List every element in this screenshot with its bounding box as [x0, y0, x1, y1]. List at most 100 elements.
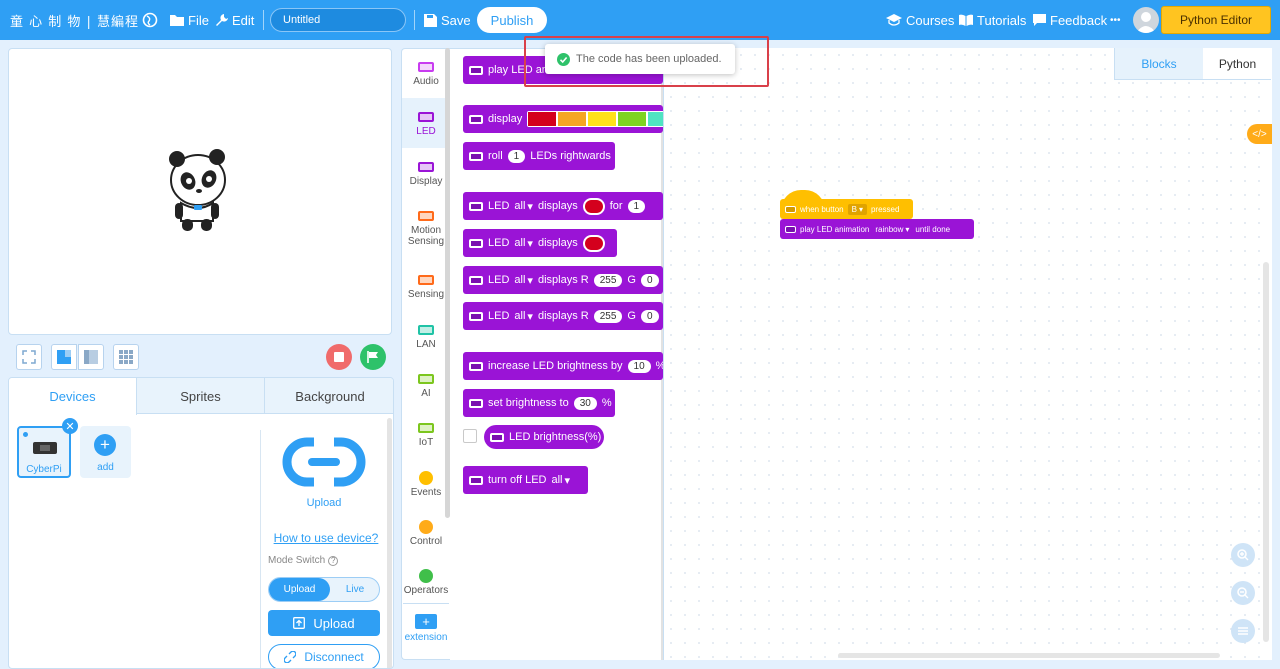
- zoom-reset-icon[interactable]: [1231, 619, 1255, 643]
- block-led-brightness-reporter[interactable]: LED brightness(%): [484, 425, 604, 449]
- mode-switch-label: Mode Switch ?: [268, 555, 339, 566]
- divider: [414, 10, 415, 30]
- edit-menu[interactable]: Edit: [216, 0, 254, 40]
- panel-scrollbar[interactable]: [387, 418, 392, 668]
- code-view-tabs: Blocks Python: [1114, 48, 1271, 80]
- avatar[interactable]: [1133, 7, 1159, 33]
- category-sensing[interactable]: Sensing: [403, 275, 449, 300]
- tab-background[interactable]: Background: [265, 378, 393, 414]
- language-globe-icon[interactable]: [142, 0, 158, 40]
- tutorials-link[interactable]: Tutorials: [959, 0, 1026, 40]
- chat-icon: [1033, 14, 1046, 26]
- cyberpi-device-icon: [33, 442, 57, 454]
- category-lan[interactable]: LAN: [403, 325, 449, 350]
- color-picker[interactable]: [582, 197, 605, 215]
- help-icon[interactable]: ?: [328, 555, 339, 566]
- block-turn-off-led[interactable]: turn off LED all ▾: [463, 466, 588, 494]
- green-value-input[interactable]: 0: [640, 273, 659, 287]
- roll-count-input[interactable]: 1: [507, 149, 526, 163]
- block-led-displays-rgb-2[interactable]: LED all ▾ displays R 255 G 0: [463, 302, 663, 330]
- workspace-horizontal-scrollbar[interactable]: [838, 653, 1220, 658]
- block-led-displays-rgb[interactable]: LED all ▾ displays R 255 G 0: [463, 266, 663, 294]
- script-when-button-pressed[interactable]: when button B ▾ pressed: [780, 199, 913, 219]
- led-select-dropdown[interactable]: all ▾: [514, 310, 533, 323]
- tab-blocks[interactable]: Blocks: [1115, 48, 1203, 79]
- led-select-dropdown[interactable]: all ▾: [514, 200, 533, 213]
- workspace-vertical-scrollbar[interactable]: [1263, 262, 1269, 642]
- mode-live-option[interactable]: Live: [330, 578, 380, 601]
- disconnect-button[interactable]: Disconnect: [268, 644, 380, 668]
- led-color-swatch[interactable]: [618, 112, 647, 126]
- red-value-input[interactable]: 255: [593, 309, 623, 323]
- zoom-in-icon[interactable]: [1231, 543, 1255, 567]
- how-to-use-link[interactable]: How to use device?: [271, 531, 381, 545]
- more-menu[interactable]: •••: [1110, 0, 1121, 40]
- led-select-dropdown[interactable]: all ▾: [514, 237, 533, 250]
- grid-view-button[interactable]: [113, 344, 139, 370]
- duration-input[interactable]: 1: [627, 199, 646, 213]
- upload-button[interactable]: Upload: [268, 610, 380, 636]
- button-select-dropdown[interactable]: B ▾: [847, 203, 867, 215]
- red-value-input[interactable]: 255: [593, 273, 623, 287]
- unlink-icon: [284, 651, 297, 663]
- block-led-displays[interactable]: LED all ▾ displays: [463, 229, 617, 257]
- add-device-button[interactable]: + add: [80, 426, 131, 478]
- courses-link[interactable]: Courses: [886, 0, 954, 40]
- block-display-colors[interactable]: display: [463, 105, 678, 133]
- device-card-cyberpi[interactable]: CyberPi: [17, 426, 71, 478]
- sensing-category-icon: [418, 275, 434, 285]
- tab-python[interactable]: Python: [1203, 48, 1272, 79]
- publish-button[interactable]: Publish: [477, 7, 547, 33]
- category-audio[interactable]: Audio: [403, 62, 449, 87]
- script-play-led-animation[interactable]: play LED animation rainbow ▾ until done: [780, 219, 974, 239]
- brightness-increment-input[interactable]: 10: [627, 359, 651, 373]
- large-stage-button[interactable]: [51, 344, 77, 370]
- category-iot[interactable]: IoT: [403, 423, 449, 448]
- code-workspace[interactable]: [663, 48, 1272, 660]
- block-increase-brightness[interactable]: increase LED brightness by 10%: [463, 352, 665, 380]
- stop-button[interactable]: [326, 344, 352, 370]
- small-stage-button[interactable]: [78, 344, 104, 370]
- save-button[interactable]: Save: [424, 0, 471, 40]
- tab-sprites[interactable]: Sprites: [137, 378, 265, 414]
- led-block-icon: [469, 311, 483, 321]
- project-title-input[interactable]: [270, 8, 406, 32]
- go-flag-button[interactable]: [360, 344, 386, 370]
- led-color-swatch[interactable]: [588, 112, 617, 126]
- led-color-strip[interactable]: [527, 111, 678, 127]
- block-set-brightness[interactable]: set brightness to 30%: [463, 389, 615, 417]
- tab-devices[interactable]: Devices: [9, 378, 137, 415]
- extension-button[interactable]: + extension: [403, 614, 449, 643]
- zoom-out-icon[interactable]: [1231, 581, 1255, 605]
- panda-sprite[interactable]: [167, 147, 229, 233]
- category-operators[interactable]: Operators: [403, 569, 449, 596]
- led-block-icon: [469, 475, 483, 485]
- led-select-dropdown[interactable]: all ▾: [514, 274, 533, 287]
- green-value-input[interactable]: 0: [640, 309, 659, 323]
- brightness-input[interactable]: 30: [573, 396, 597, 410]
- dropdown-arrow-icon: ▾: [527, 274, 533, 287]
- led-color-swatch[interactable]: [528, 112, 557, 126]
- code-toggle-icon[interactable]: </>: [1247, 124, 1272, 144]
- python-editor-button[interactable]: Python Editor: [1161, 6, 1271, 34]
- stage-area[interactable]: [8, 48, 392, 335]
- fullscreen-button[interactable]: [16, 344, 42, 370]
- led-color-swatch[interactable]: [558, 112, 587, 126]
- stop-icon: [334, 352, 344, 362]
- category-control[interactable]: Control: [403, 520, 449, 547]
- category-ai[interactable]: AI: [403, 374, 449, 399]
- monitor-checkbox[interactable]: [463, 429, 477, 443]
- animation-select-dropdown[interactable]: rainbow ▾: [873, 224, 911, 235]
- category-events[interactable]: Events: [403, 471, 449, 498]
- color-picker[interactable]: [582, 234, 605, 252]
- category-led[interactable]: LED: [403, 112, 449, 137]
- category-motion-sensing[interactable]: Motion Sensing: [403, 211, 449, 247]
- file-menu[interactable]: File: [170, 0, 209, 40]
- block-led-displays-for[interactable]: LED all ▾ displays for 1: [463, 192, 663, 220]
- feedback-link[interactable]: Feedback: [1033, 0, 1107, 40]
- block-roll-leds[interactable]: roll 1 LEDs rightwards: [463, 142, 615, 170]
- remove-device-close-icon[interactable]: ✕: [62, 418, 78, 434]
- mode-upload-option[interactable]: Upload: [269, 578, 330, 601]
- category-display[interactable]: Display: [403, 162, 449, 187]
- led-select-dropdown[interactable]: all ▾: [552, 474, 571, 487]
